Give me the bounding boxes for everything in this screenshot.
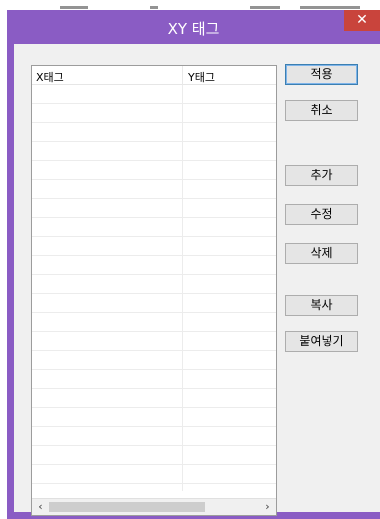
edit-button[interactable]: 수정 <box>285 204 358 225</box>
title-bar[interactable]: XY 태그 ✕ <box>7 10 380 44</box>
scrollbar-thumb[interactable] <box>49 502 205 512</box>
dialog-title: XY 태그 <box>167 20 220 38</box>
background-fragment <box>150 6 158 9</box>
horizontal-scrollbar[interactable]: ‹ › <box>32 498 276 515</box>
list-column-separator <box>182 85 183 491</box>
background-strip <box>0 0 380 10</box>
cancel-button[interactable]: 취소 <box>285 100 358 121</box>
delete-button[interactable]: 삭제 <box>285 243 358 264</box>
background-fragment <box>300 6 360 9</box>
paste-button[interactable]: 붙여넣기 <box>285 331 358 352</box>
column-header-y-tag[interactable]: Y태그 <box>188 69 215 85</box>
background-fragment <box>60 6 88 9</box>
add-button[interactable]: 추가 <box>285 165 358 186</box>
xy-tag-list[interactable]: X태그 Y태그 ‹ › <box>31 65 277 516</box>
background-fragment <box>250 6 280 9</box>
column-divider[interactable] <box>182 66 183 85</box>
list-grid <box>32 85 276 491</box>
copy-button[interactable]: 복사 <box>285 295 358 316</box>
close-button[interactable]: ✕ <box>344 10 380 31</box>
xy-tag-dialog: XY 태그 ✕ X태그 Y태그 ‹ › 적용 취소 추가 수정 삭제 복사 붙여… <box>7 10 380 519</box>
column-header-x-tag[interactable]: X태그 <box>36 69 64 85</box>
scroll-right-icon[interactable]: › <box>259 499 276 515</box>
apply-button[interactable]: 적용 <box>285 64 358 85</box>
close-icon: ✕ <box>356 12 368 28</box>
dialog-client-area: X태그 Y태그 ‹ › 적용 취소 추가 수정 삭제 복사 붙여넣기 <box>14 44 380 516</box>
scroll-left-icon[interactable]: ‹ <box>32 499 49 515</box>
list-header: X태그 Y태그 <box>32 66 276 85</box>
